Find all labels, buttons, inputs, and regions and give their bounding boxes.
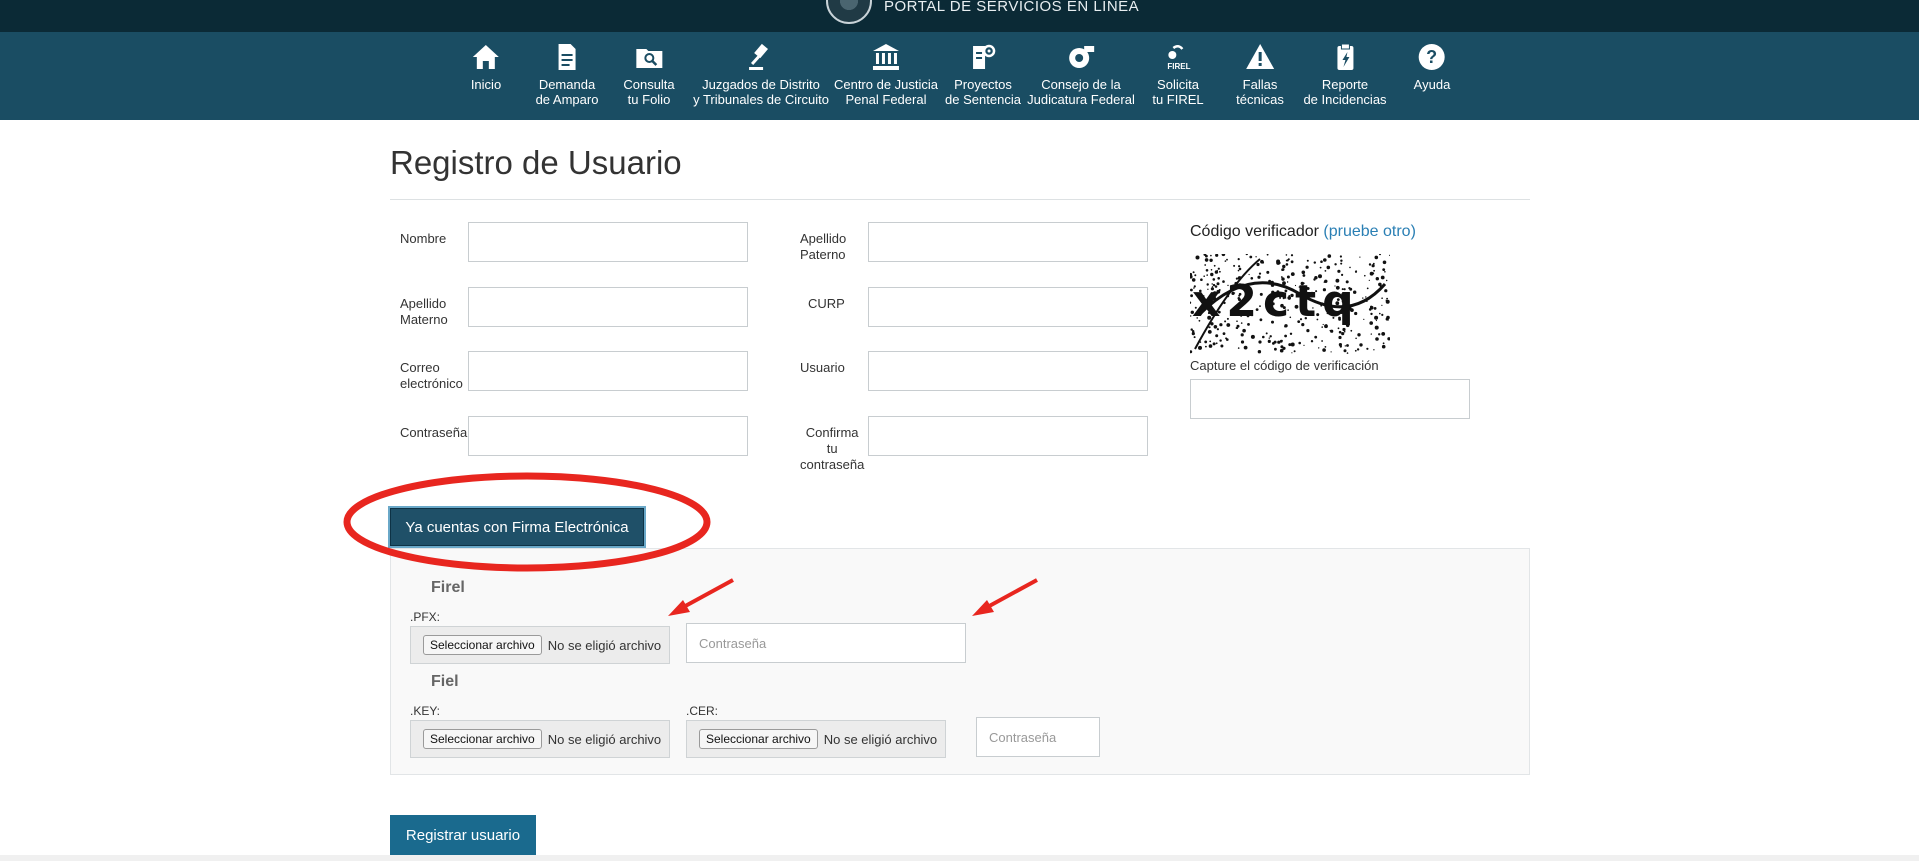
warning-icon [1245, 42, 1275, 72]
key-file-input[interactable]: Seleccionar archivo No se eligió archivo [410, 720, 670, 758]
register-user-button[interactable]: Registrar usuario [390, 815, 536, 855]
confirma-input[interactable] [868, 416, 1148, 456]
nav-item-inicio[interactable]: Inicio [471, 42, 501, 92]
folder-search-icon [634, 42, 664, 72]
document-icon [552, 42, 582, 72]
usuario-input[interactable] [868, 351, 1148, 391]
captcha-input[interactable] [1190, 379, 1470, 419]
nav-item-consulta[interactable]: Consulta tu Folio [623, 42, 675, 107]
portal-title: PORTAL DE SERVICIOS EN LÍNEA [884, 0, 1140, 15]
nav-item-fallas[interactable]: Fallas técnicas [1236, 42, 1284, 107]
firma-electronica-button[interactable]: Ya cuentas con Firma Electrónica [390, 508, 644, 546]
nav-item-juzgados[interactable]: Juzgados de Distrito y Tribunales de Cir… [693, 42, 829, 107]
nav-item-firel[interactable]: FIREL Solicita tu FIREL [1152, 42, 1204, 107]
usuario-label: Usuario [800, 360, 845, 375]
key-label: .KEY: [410, 704, 441, 718]
contrasena-input[interactable] [468, 416, 748, 456]
courthouse-icon [871, 42, 901, 72]
council-icon [1066, 42, 1096, 72]
cer-file-input[interactable]: Seleccionar archivo No se eligió archivo [686, 720, 946, 758]
pfx-label: .PFX: [410, 610, 441, 624]
captcha-image: x2ctq [1190, 254, 1390, 354]
nombre-label: Nombre [400, 231, 447, 246]
nav-item-demanda[interactable]: Demanda de Amparo [536, 42, 598, 107]
firma-panel: Firel .PFX: Seleccionar archivo No se el… [390, 548, 1530, 775]
key-select-button[interactable]: Seleccionar archivo [423, 729, 542, 749]
firel-icon: FIREL [1163, 42, 1193, 72]
correo-label: Correo electrónico [400, 360, 463, 391]
national-seal-icon [826, 0, 872, 24]
help-icon: ? [1417, 42, 1447, 72]
apellido-materno-input[interactable] [468, 287, 748, 327]
cer-select-button[interactable]: Seleccionar archivo [699, 729, 818, 749]
footer-strip [0, 855, 1919, 861]
captcha-code: x2ctq [1192, 276, 1360, 327]
nav-item-centro[interactable]: Centro de Justicia Penal Federal [834, 42, 938, 107]
fiel-password-input[interactable] [976, 717, 1100, 757]
gavel-icon [746, 42, 776, 72]
home-icon [471, 42, 501, 72]
cer-file-status: No se eligió archivo [823, 731, 938, 747]
pfx-file-input[interactable]: Seleccionar archivo No se eligió archivo [410, 626, 670, 664]
fiel-heading: Fiel [431, 673, 459, 690]
apellido-paterno-input[interactable] [868, 222, 1148, 262]
captcha-title: Código verificador (pruebe otro) [1190, 223, 1416, 240]
curp-label: CURP [808, 296, 845, 311]
pfx-select-button[interactable]: Seleccionar archivo [423, 635, 542, 655]
page-title: Registro de Usuario [390, 144, 682, 181]
clipboard-alert-icon [1330, 42, 1360, 72]
svg-text:FIREL: FIREL [1167, 62, 1190, 71]
nav-item-ayuda[interactable]: ? Ayuda [1414, 42, 1450, 92]
curp-input[interactable] [868, 287, 1148, 327]
captcha-caption: Capture el código de verificación [1190, 358, 1379, 373]
nav-item-consejo[interactable]: Consejo de la Judicatura Federal [1027, 42, 1135, 107]
apellido-materno-label: Apellido Materno [400, 296, 448, 327]
main-nav: Inicio Demanda de Amparo Consulta tu Fol… [0, 32, 1919, 120]
svg-text:?: ? [1426, 47, 1437, 67]
nav-item-reporte[interactable]: Reporte de Incidencias [1303, 42, 1387, 107]
nav-item-proyectos[interactable]: Proyectos de Sentencia [945, 42, 1021, 107]
firel-heading: Firel [431, 579, 465, 596]
document-stamp-icon [968, 42, 998, 72]
correo-input[interactable] [468, 351, 748, 391]
firel-password-input[interactable] [686, 623, 966, 663]
cer-label: .CER: [686, 704, 719, 718]
confirma-label: Confirma tu contraseña [800, 425, 865, 472]
key-file-status: No se eligió archivo [547, 731, 662, 747]
title-divider [390, 199, 1530, 200]
nombre-input[interactable] [468, 222, 748, 262]
apellido-paterno-label: Apellido Paterno [800, 231, 847, 262]
contrasena-label: Contraseña [400, 425, 468, 440]
pfx-file-status: No se eligió archivo [547, 637, 662, 653]
captcha-refresh-link[interactable]: (pruebe otro) [1323, 223, 1416, 240]
top-header: PORTAL DE SERVICIOS EN LÍNEA [0, 0, 1919, 32]
